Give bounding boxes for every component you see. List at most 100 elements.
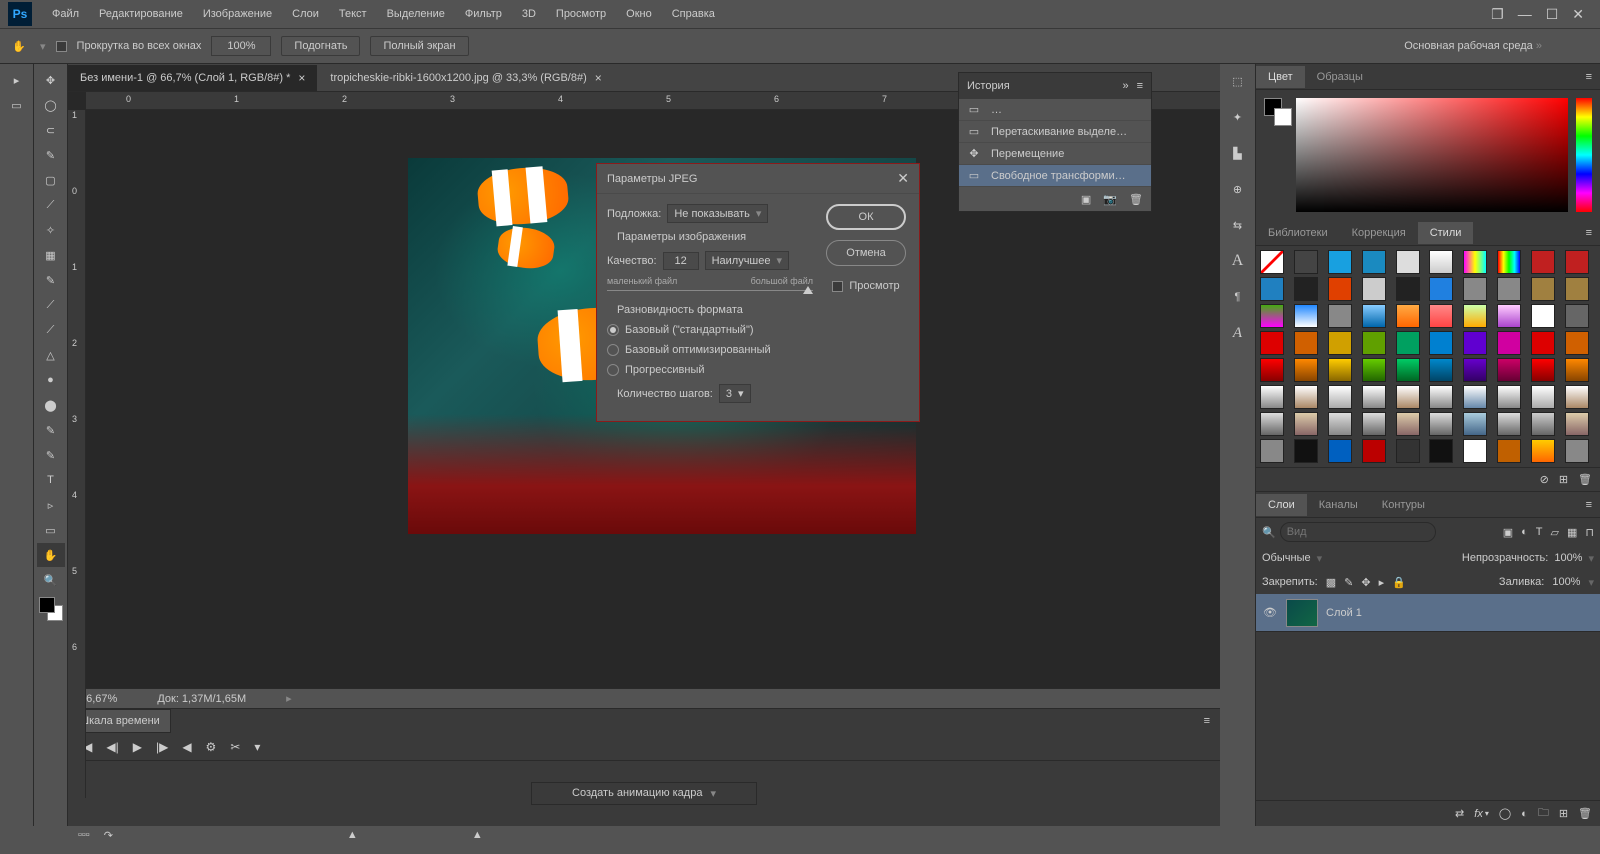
group-icon[interactable]: 🗀 [1538,804,1549,823]
style-swatch[interactable] [1328,331,1352,355]
history-item[interactable]: ▭… [959,99,1151,121]
style-swatch[interactable] [1429,331,1453,355]
no-style-icon[interactable]: ⊘ [1540,473,1549,486]
style-swatch[interactable] [1531,358,1555,382]
style-swatch[interactable] [1497,250,1521,274]
style-swatch[interactable] [1260,385,1284,409]
style-swatch[interactable] [1396,277,1420,301]
panel-menu-icon[interactable]: ≡ [1137,80,1143,92]
new-layer-icon[interactable]: ⊞ [1559,807,1568,820]
tool-13[interactable]: ⬤ [37,393,65,417]
style-swatch[interactable] [1565,250,1589,274]
tool-6[interactable]: ✧ [37,218,65,242]
zoom-input[interactable]: 100% [211,36,271,56]
style-swatch[interactable] [1362,385,1386,409]
lock-paint-icon[interactable]: ✎ [1344,576,1353,589]
style-swatch[interactable] [1362,304,1386,328]
fill-value[interactable]: 100% [1552,576,1580,588]
fx-icon[interactable]: fx [1474,808,1483,820]
info-icon[interactable]: ⊕ [1227,178,1249,200]
tool-17[interactable]: ▹ [37,493,65,517]
style-swatch[interactable] [1260,331,1284,355]
style-swatch[interactable] [1294,277,1318,301]
panel-menu-icon[interactable]: ≡ [1578,71,1600,83]
tool-2[interactable]: ⊂ [37,118,65,142]
tool-5[interactable]: ⟋ [37,193,65,217]
tool-3[interactable]: ✎ [37,143,65,167]
style-swatch[interactable] [1463,412,1487,436]
style-swatch[interactable] [1396,250,1420,274]
filter-toggle[interactable]: ⊓ [1585,526,1594,539]
menu-Фильтр[interactable]: Фильтр [455,4,512,24]
style-swatch[interactable] [1531,331,1555,355]
new-doc-from-state-icon[interactable]: ▣ [1081,193,1091,206]
tool-0[interactable]: ✥ [37,68,65,92]
blend-mode[interactable]: Обычные [1262,552,1311,564]
tool-11[interactable]: △ [37,343,65,367]
tool-19[interactable]: ✋ [37,543,65,567]
layer-name[interactable]: Слой 1 [1326,607,1362,619]
style-swatch[interactable] [1328,250,1352,274]
filter-pixel-icon[interactable]: ▣ [1503,526,1513,539]
quality-slider[interactable]: маленький файл большой файл [607,278,813,292]
style-swatch[interactable] [1497,304,1521,328]
type-icon[interactable]: A [1227,250,1249,272]
style-swatch[interactable] [1260,358,1284,382]
style-swatch[interactable] [1294,439,1318,463]
chevron-icon[interactable]: ▾ [254,740,260,754]
lock-all-icon[interactable]: 🔒 [1392,576,1406,589]
tab-adjustments[interactable]: Коррекция [1340,222,1418,244]
tab-layers[interactable]: Слои [1256,494,1307,516]
style-swatch[interactable] [1497,277,1521,301]
filter-adjust-icon[interactable]: ◐ [1521,526,1528,539]
style-swatch[interactable] [1362,412,1386,436]
lock-position-icon[interactable]: ✥ [1361,576,1370,589]
style-swatch[interactable] [1294,331,1318,355]
style-swatch[interactable] [1429,304,1453,328]
menu-Окно[interactable]: Окно [616,4,662,24]
style-swatch[interactable] [1328,304,1352,328]
close-window-icon[interactable]: ✕ [1572,6,1584,23]
tab-paths[interactable]: Контуры [1370,494,1437,516]
style-swatch[interactable] [1294,412,1318,436]
style-swatch[interactable] [1328,277,1352,301]
minimize-icon[interactable]: — [1518,6,1532,23]
style-swatch[interactable] [1396,358,1420,382]
collapse-icon[interactable]: » [1122,80,1128,92]
lock-transparency-icon[interactable]: ▩ [1326,576,1336,589]
history-item[interactable]: ✥Перемещение [959,143,1151,165]
tool-12[interactable]: ● [37,368,65,392]
style-swatch[interactable] [1463,439,1487,463]
tool-14[interactable]: ✎ [37,418,65,442]
menu-3D[interactable]: 3D [512,4,546,24]
style-swatch[interactable] [1497,358,1521,382]
tool-20[interactable]: 🔍 [37,568,65,592]
style-swatch[interactable] [1497,439,1521,463]
style-swatch[interactable] [1294,250,1318,274]
style-swatch[interactable] [1294,358,1318,382]
tool-7[interactable]: ▦ [37,243,65,267]
play-icon[interactable]: ▶ [133,740,142,754]
filter-shape-icon[interactable]: ▱ [1551,526,1559,539]
frame-icon[interactable]: ▭ [3,93,31,117]
style-swatch[interactable] [1531,439,1555,463]
style-swatch[interactable] [1362,358,1386,382]
style-swatch[interactable] [1531,385,1555,409]
quality-preset-select[interactable]: Наилучшее▾ [705,251,789,270]
style-swatch[interactable] [1396,412,1420,436]
mask-icon[interactable]: ◯ [1499,807,1511,820]
style-swatch[interactable] [1429,439,1453,463]
tab-libraries[interactable]: Библиотеки [1256,222,1340,244]
prev-frame-icon[interactable]: ◀| [106,740,118,754]
style-swatch[interactable] [1294,385,1318,409]
style-swatch[interactable] [1429,412,1453,436]
filter-type-icon[interactable]: T [1536,526,1543,539]
style-swatch[interactable] [1260,250,1284,274]
style-swatch[interactable] [1260,412,1284,436]
style-swatch[interactable] [1362,331,1386,355]
scissors-icon[interactable]: ✂ [230,740,240,754]
close-tab-icon[interactable]: × [298,71,305,85]
maximize-icon[interactable]: ☐ [1546,6,1559,23]
visibility-icon[interactable]: 👁 [1262,606,1278,619]
style-swatch[interactable] [1429,250,1453,274]
